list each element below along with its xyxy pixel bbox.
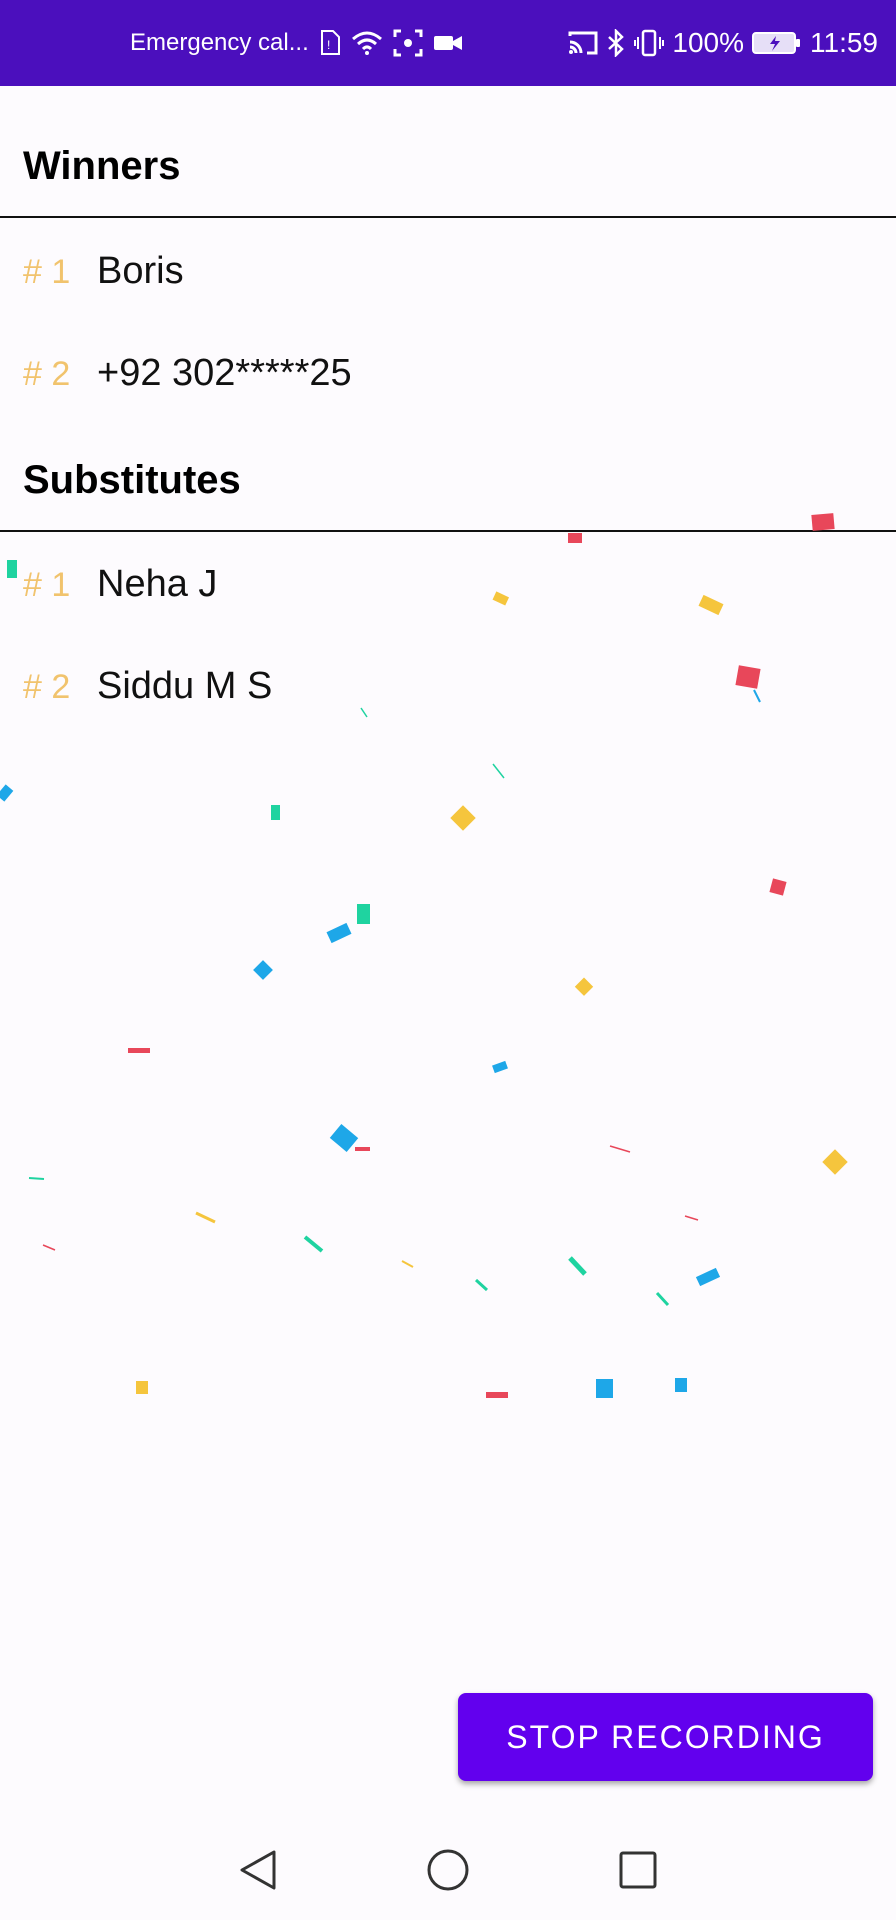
confetti-piece bbox=[486, 1392, 508, 1398]
confetti-piece bbox=[360, 707, 368, 718]
wifi-icon bbox=[351, 30, 383, 56]
confetti-piece bbox=[574, 977, 594, 996]
rank-label: # 1 bbox=[23, 253, 71, 291]
video-camera-icon bbox=[433, 32, 463, 54]
recents-square-icon bbox=[619, 1851, 657, 1889]
status-right: 100% 11:59 bbox=[568, 0, 878, 86]
confetti-piece bbox=[492, 591, 510, 606]
confetti-piece bbox=[357, 904, 370, 924]
confetti-piece bbox=[28, 1177, 45, 1180]
substitute-row: # 2 Siddu M S bbox=[23, 665, 272, 708]
home-button[interactable] bbox=[408, 1830, 488, 1910]
confetti-piece bbox=[568, 1256, 587, 1276]
confetti-piece bbox=[684, 1215, 699, 1221]
svg-text:!: ! bbox=[327, 38, 330, 52]
confetti-piece bbox=[253, 960, 273, 980]
confetti-piece bbox=[492, 1060, 508, 1074]
confetti-piece bbox=[769, 878, 787, 896]
sim-icon: ! bbox=[319, 30, 341, 56]
status-bar: Emergency cal... ! 100% 11:59 bbox=[0, 0, 896, 86]
clock: 11:59 bbox=[810, 27, 878, 58]
navigation-bar bbox=[0, 1820, 896, 1920]
confetti-piece bbox=[329, 1124, 359, 1152]
confetti-piece bbox=[698, 594, 724, 616]
confetti-piece bbox=[401, 1260, 414, 1268]
confetti-piece bbox=[450, 805, 476, 831]
confetti-piece bbox=[753, 689, 761, 703]
bluetooth-icon bbox=[606, 29, 626, 57]
battery-percent: 100% bbox=[672, 27, 744, 58]
winner-row: # 2 +92 302*****25 bbox=[23, 352, 352, 395]
battery-charging-icon bbox=[752, 31, 802, 55]
rank-label: # 2 bbox=[23, 355, 71, 393]
confetti-piece bbox=[735, 665, 761, 689]
stop-recording-button[interactable]: STOP RECORDING bbox=[458, 1693, 873, 1781]
winners-title: Winners bbox=[23, 144, 181, 188]
confetti-piece bbox=[0, 784, 14, 802]
recents-button[interactable] bbox=[598, 1830, 678, 1910]
screenshot-icon bbox=[393, 29, 423, 57]
confetti-piece bbox=[303, 1235, 324, 1253]
substitute-row: # 1 Neha J bbox=[23, 563, 217, 606]
home-circle-icon bbox=[427, 1849, 469, 1891]
confetti-piece bbox=[675, 1378, 687, 1392]
rank-label: # 1 bbox=[23, 566, 71, 604]
vibrate-icon bbox=[634, 29, 665, 57]
winner-row: # 1 Boris bbox=[23, 250, 184, 293]
confetti-piece bbox=[492, 763, 505, 779]
substitute-name: Neha J bbox=[97, 563, 218, 605]
confetti-piece bbox=[655, 1291, 670, 1307]
confetti-piece bbox=[42, 1244, 56, 1251]
rank-label: # 2 bbox=[23, 668, 71, 706]
cast-icon bbox=[568, 30, 598, 56]
confetti-piece bbox=[195, 1211, 216, 1224]
confetti-piece bbox=[136, 1381, 148, 1394]
confetti-piece bbox=[326, 922, 352, 944]
back-button[interactable] bbox=[218, 1830, 298, 1910]
confetti-piece bbox=[128, 1048, 150, 1053]
status-left: Emergency cal... ! bbox=[130, 0, 463, 86]
back-triangle-icon bbox=[240, 1850, 276, 1890]
carrier-text: Emergency cal... bbox=[130, 29, 309, 56]
confetti-piece bbox=[474, 1278, 489, 1292]
confetti-piece bbox=[568, 533, 582, 543]
confetti-piece bbox=[822, 1149, 848, 1175]
confetti-piece bbox=[355, 1147, 370, 1151]
confetti-piece bbox=[7, 560, 17, 578]
confetti-piece bbox=[609, 1145, 631, 1153]
confetti-piece bbox=[271, 805, 280, 820]
substitute-name: Siddu M S bbox=[97, 665, 273, 707]
winner-name: Boris bbox=[97, 250, 184, 292]
substitutes-title: Substitutes bbox=[23, 458, 241, 502]
confetti-piece bbox=[596, 1379, 613, 1398]
confetti-piece bbox=[695, 1267, 721, 1287]
winner-name: +92 302*****25 bbox=[97, 352, 352, 394]
